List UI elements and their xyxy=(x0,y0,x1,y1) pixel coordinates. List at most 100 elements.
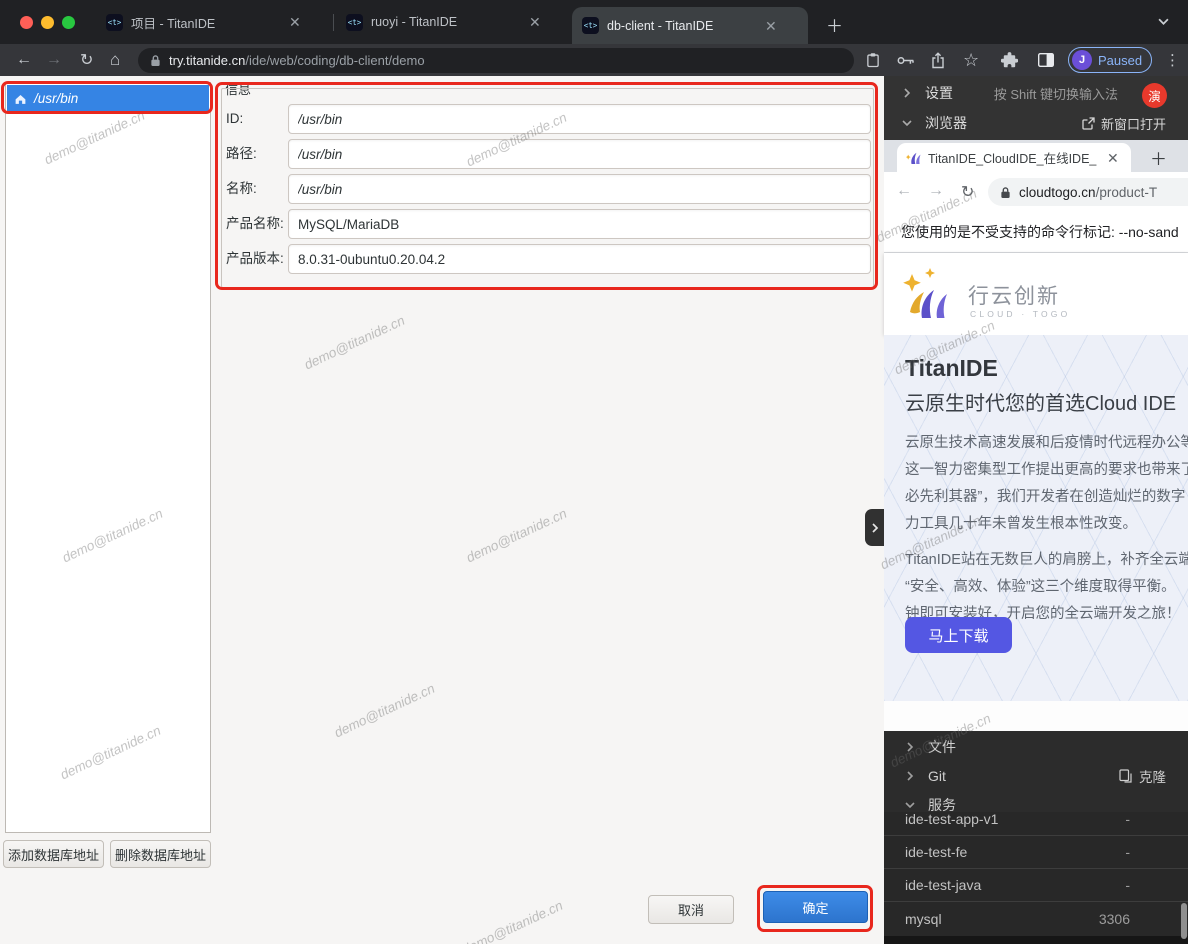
service-name: ide-test-java xyxy=(905,877,981,893)
service-name: mysql xyxy=(905,911,942,927)
browser-label: 浏览器 xyxy=(925,113,967,133)
unsupported-flag-warning: 您使用的是不受支持的命令行标记: --no-sand xyxy=(884,212,1188,253)
field-input-version[interactable] xyxy=(288,244,871,274)
cloudtogo-name: 行云创新 xyxy=(968,280,1060,310)
field-label-name: 名称: xyxy=(226,174,288,204)
tab-title: ruoyi - TitanIDE xyxy=(371,15,521,29)
field-label-product: 产品名称: xyxy=(226,209,288,239)
close-tab-icon[interactable]: ✕ xyxy=(765,19,777,33)
paragraph-line: TitanIDE站在无数巨人的肩膀上，补齐全云端 xyxy=(905,548,1188,569)
clone-icon xyxy=(1119,769,1133,783)
reload-icon[interactable]: ↻ xyxy=(80,44,93,76)
database-list-item-selected[interactable]: /usr/bin xyxy=(7,85,209,112)
mini-tab-title: TitanIDE_CloudIDE_在线IDE_ xyxy=(928,148,1100,167)
paragraph-line: “安全、高效、体验”这三个维度取得平衡。 xyxy=(905,575,1176,596)
database-path: /usr/bin xyxy=(34,91,78,106)
mini-back-icon[interactable]: ← xyxy=(896,182,912,200)
new-tab-icon[interactable]: ＋ xyxy=(826,12,843,37)
close-tab-icon[interactable]: ✕ xyxy=(289,15,301,29)
field-input-path[interactable] xyxy=(288,139,871,169)
mini-browser-toolbar: ← → ↻ cloudtogo.cn/product-T xyxy=(884,172,1188,212)
cloudtogo-sub: CLOUD · TOGO xyxy=(970,309,1070,319)
paragraph-line: 必先利其器”，我们开发者在创造灿烂的数字 xyxy=(905,485,1185,506)
macos-zoom-icon[interactable] xyxy=(62,16,75,29)
settings-label: 设置 xyxy=(925,83,953,103)
delete-database-button[interactable]: 删除数据库地址 xyxy=(110,840,211,868)
mini-new-tab-icon[interactable]: ＋ xyxy=(1150,145,1167,170)
mini-browser-tab[interactable]: TitanIDE_CloudIDE_在线IDE_ ✕ xyxy=(897,143,1131,172)
mini-reload-icon[interactable]: ↻ xyxy=(961,182,974,202)
add-database-button[interactable]: 添加数据库地址 xyxy=(3,840,104,868)
demo-badge: 演 xyxy=(1142,83,1167,108)
field-label-id: ID: xyxy=(226,104,288,134)
back-icon[interactable]: ← xyxy=(16,44,32,76)
panel-collapse-handle[interactable] xyxy=(865,509,884,546)
mini-forward-icon[interactable]: → xyxy=(928,182,944,200)
close-tab-icon[interactable]: ✕ xyxy=(1107,151,1119,165)
panel-bottom-bar xyxy=(884,936,1188,944)
tab-project[interactable]: <t> 项目 - TitanIDE ✕ xyxy=(96,0,328,44)
extensions-puzzle-icon[interactable] xyxy=(1001,44,1018,76)
clipboard-icon[interactable] xyxy=(866,44,880,76)
tab-ruoyi[interactable]: <t> ruoyi - TitanIDE ✕ xyxy=(336,0,566,44)
tab-title: db-client - TitanIDE xyxy=(607,19,757,33)
key-icon[interactable] xyxy=(897,44,915,76)
service-port: - xyxy=(1125,877,1130,893)
share-icon[interactable] xyxy=(931,44,945,76)
service-row[interactable]: ide-test-fe - xyxy=(884,836,1188,869)
field-input-product[interactable] xyxy=(288,209,871,239)
tab-divider xyxy=(333,14,334,31)
services-list[interactable]: ide-test-app-v1 - ide-test-fe - ide-test… xyxy=(884,803,1188,936)
browser-section-row[interactable]: 浏览器 新窗口打开 xyxy=(884,108,1188,138)
ide-tree-headers: 文件 Git 克隆 服务 xyxy=(884,731,1188,812)
side-panel-icon[interactable] xyxy=(1038,44,1054,76)
field-input-id[interactable] xyxy=(288,104,871,134)
lock-icon xyxy=(150,54,161,67)
home-icon[interactable]: ⌂ xyxy=(110,44,120,76)
browser-tab-bar: <t> 项目 - TitanIDE ✕ <t> ruoyi - TitanIDE… xyxy=(0,0,1188,44)
tree-item-services[interactable]: 服务 xyxy=(884,791,1188,818)
paragraph-line: 力工具几十年未曾发生根本性改变。 xyxy=(905,512,1137,533)
download-now-button[interactable]: 马上下载 xyxy=(905,617,1012,653)
kebab-menu-icon[interactable]: ⋮ xyxy=(1165,44,1180,76)
mini-address-bar[interactable]: cloudtogo.cn/product-T xyxy=(988,178,1188,206)
service-row[interactable]: ide-test-java - xyxy=(884,869,1188,902)
mini-browser-tabstrip: TitanIDE_CloudIDE_在线IDE_ ✕ ＋ xyxy=(884,140,1188,172)
avatar: J xyxy=(1072,50,1092,70)
tree-item-git[interactable]: Git 克隆 xyxy=(884,762,1188,789)
url-path: /ide/web/coding/db-client/demo xyxy=(245,53,424,68)
address-bar[interactable]: try.titanide.cn/ide/web/coding/db-client… xyxy=(138,48,854,73)
profile-chip[interactable]: J Paused xyxy=(1068,47,1152,73)
forward-icon[interactable]: → xyxy=(46,44,62,76)
titanide-favicon: <t> xyxy=(582,17,599,34)
field-input-name[interactable] xyxy=(288,174,871,204)
service-port: 3306 xyxy=(1099,911,1130,927)
ok-button[interactable]: 确定 xyxy=(763,891,868,923)
field-label-version: 产品版本: xyxy=(226,244,288,274)
browser-toolbar: ← → ↻ ⌂ try.titanide.cn/ide/web/coding/d… xyxy=(0,44,1188,76)
git-clone-button[interactable]: 克隆 xyxy=(1119,766,1166,786)
tab-db-client[interactable]: <t> db-client - TitanIDE ✕ xyxy=(572,7,808,44)
services-scrollbar[interactable] xyxy=(1181,903,1187,939)
service-port: - xyxy=(1125,844,1130,860)
service-row[interactable]: mysql 3306 xyxy=(884,902,1188,935)
macos-close-icon[interactable] xyxy=(20,16,33,29)
cancel-button[interactable]: 取消 xyxy=(648,895,734,924)
page-title: TitanIDE xyxy=(905,355,998,382)
macos-minimize-icon[interactable] xyxy=(41,16,54,29)
cloudtogo-favicon xyxy=(906,151,921,165)
tree-item-files[interactable]: 文件 xyxy=(884,733,1188,760)
open-new-window-button[interactable]: 新窗口打开 xyxy=(1082,114,1166,133)
screen: <t> 项目 - TitanIDE ✕ <t> ruoyi - TitanIDE… xyxy=(0,0,1188,944)
external-window-icon xyxy=(1082,117,1095,130)
titanide-favicon: <t> xyxy=(106,14,123,31)
lock-icon xyxy=(1000,186,1011,199)
tab-search-chevron-icon[interactable] xyxy=(1158,14,1169,32)
ime-hint: 按 Shift 键切换输入法 xyxy=(994,84,1118,103)
cloudtogo-logo-icon xyxy=(900,266,962,322)
paragraph-line: 云原生技术高速发展和后疫情时代远程办公等 xyxy=(905,431,1188,452)
database-list[interactable]: /usr/bin xyxy=(5,82,211,833)
home-icon xyxy=(14,93,27,105)
bookmark-star-icon[interactable]: ☆ xyxy=(963,44,979,76)
close-tab-icon[interactable]: ✕ xyxy=(529,15,541,29)
